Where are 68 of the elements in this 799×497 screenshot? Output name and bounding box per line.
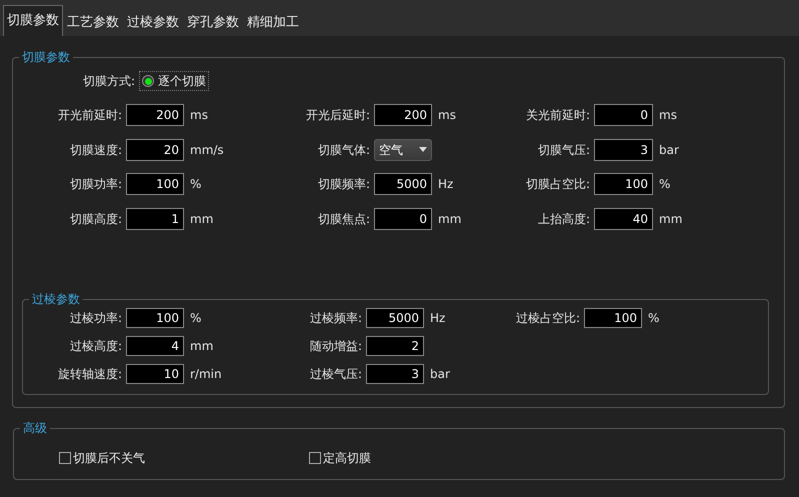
unit-label: Hz: [429, 310, 446, 326]
field-label: 开光后延时:: [304, 107, 370, 124]
unit-label: bar: [658, 142, 680, 158]
input-field[interactable]: 200: [126, 104, 184, 126]
checkbox[interactable]: 切膜后不关气: [59, 448, 145, 466]
input-field[interactable]: 200: [374, 104, 432, 126]
radio-button[interactable]: 逐个切膜: [139, 71, 210, 91]
group-title: 切膜参数: [19, 49, 73, 65]
unit-label: mm: [189, 210, 214, 228]
field-label: 切膜气体:: [316, 142, 370, 158]
unit-label: bar: [429, 366, 451, 382]
input-field[interactable]: 100: [594, 173, 653, 195]
unit-label: %: [189, 310, 202, 326]
input-field[interactable]: 3: [594, 138, 653, 160]
field-label: 旋转轴速度:: [56, 366, 122, 382]
input-field[interactable]: 3: [366, 364, 424, 384]
unit-label: %: [647, 310, 660, 326]
input-field[interactable]: 5000: [374, 173, 432, 195]
group-title: 高级: [20, 420, 50, 436]
unit-label: mm: [658, 210, 684, 228]
input-field[interactable]: 40: [594, 208, 653, 230]
input-field[interactable]: 1: [126, 208, 184, 230]
input-field[interactable]: 0: [374, 208, 432, 230]
unit-label: ms: [437, 107, 457, 124]
field-label: 切膜方式:: [83, 73, 136, 90]
tab[interactable]: 切膜参数: [3, 5, 63, 36]
unit-label: %: [658, 176, 672, 193]
field-label: 过棱高度:: [68, 338, 122, 354]
tab[interactable]: 精细加工: [243, 8, 303, 36]
unit-label: mm: [437, 210, 462, 228]
input-field[interactable]: 5000: [366, 308, 424, 328]
input-field[interactable]: 4: [126, 336, 184, 356]
unit-label: ms: [189, 107, 209, 124]
unit-label: mm/s: [189, 142, 225, 158]
caret-icon: [419, 147, 427, 152]
dropdown[interactable]: 空气: [374, 138, 432, 160]
field-label: 过棱功率:: [68, 310, 122, 326]
field-label: 开光前延时:: [56, 107, 122, 124]
field-label: 切膜频率:: [316, 176, 370, 193]
field-label: 关光前延时:: [524, 107, 590, 124]
input-field[interactable]: 100: [126, 308, 184, 328]
input-field[interactable]: 100: [584, 308, 642, 328]
input-field[interactable]: 10: [126, 364, 184, 384]
field-label: 切膜功率:: [68, 176, 122, 193]
input-field[interactable]: 0: [594, 104, 653, 126]
field-label: 切膜气压:: [536, 142, 590, 158]
field-label: 切膜焦点:: [316, 210, 370, 228]
unit-label: mm: [189, 338, 214, 354]
field-label: 过棱频率:: [308, 310, 362, 326]
unit-label: Hz: [437, 176, 454, 193]
tab[interactable]: 过棱参数: [123, 8, 183, 36]
tab[interactable]: 工艺参数: [63, 8, 123, 36]
field-label: 切膜高度:: [68, 210, 122, 228]
group-title: 过棱参数: [29, 290, 83, 306]
field-label: 切膜占空比:: [524, 176, 590, 193]
checkbox[interactable]: 定高切膜: [309, 448, 371, 466]
field-label: 上抬高度:: [536, 210, 590, 228]
field-label: 过棱气压:: [308, 366, 362, 382]
input-field[interactable]: 100: [126, 173, 184, 195]
input-field[interactable]: 2: [366, 336, 424, 356]
unit-label: ms: [658, 107, 678, 124]
unit-label: %: [189, 176, 202, 193]
tab[interactable]: 穿孔参数: [183, 8, 243, 36]
field-label: 随动增益:: [308, 338, 362, 354]
field-label: 切膜速度:: [68, 142, 122, 158]
field-label: 过棱占空比:: [514, 310, 580, 326]
input-field[interactable]: 20: [126, 138, 184, 160]
unit-label: r/min: [189, 366, 223, 382]
